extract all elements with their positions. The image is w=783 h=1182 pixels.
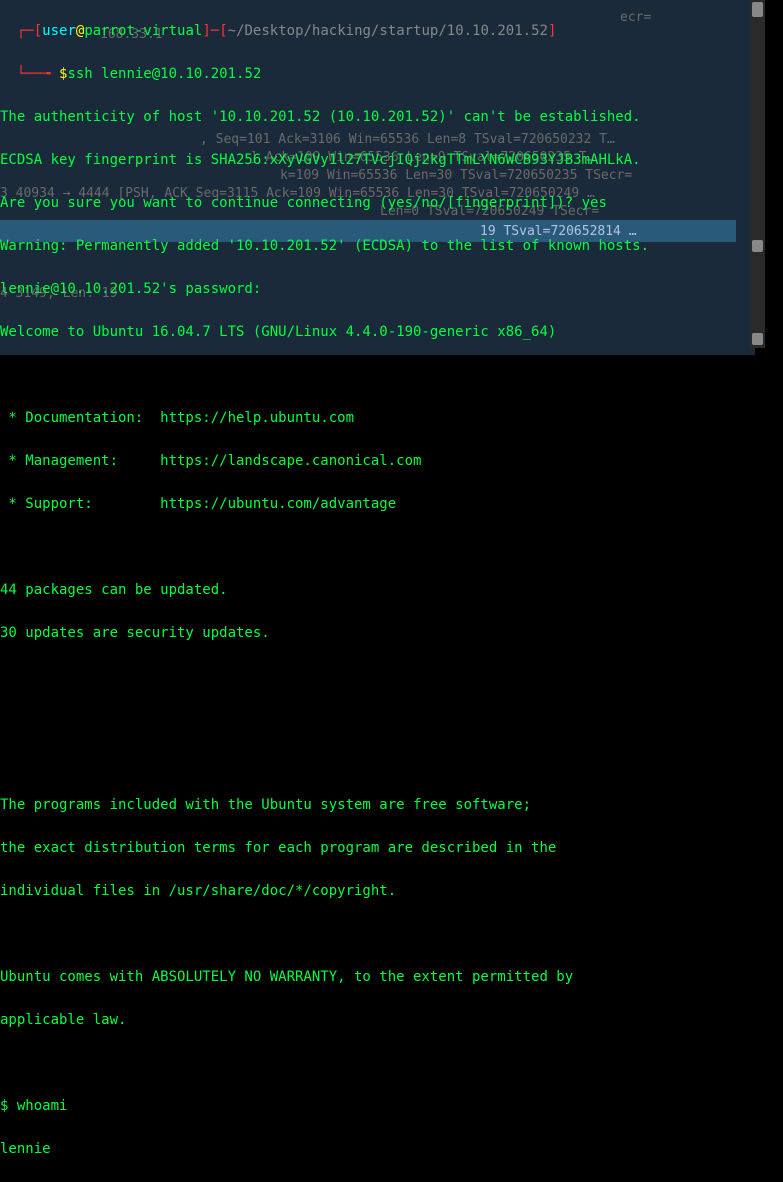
output-line: * Management: https://landscape.canonica… [0,451,783,473]
output-blank [0,1053,783,1075]
output-blank [0,752,783,774]
output-blank [0,537,783,559]
output-blank [0,924,783,946]
terminal-output[interactable]: ┌─[user@parrot-virtual]─[~/Desktop/hacki… [0,0,783,1182]
ssh-command: ssh lennie@10.10.201.52 [67,66,261,82]
output-line: applicable law. [0,1010,783,1032]
prompt-line-1: ┌─[user@parrot-virtual]─[~/Desktop/hacki… [0,21,783,43]
output-line: Welcome to Ubuntu 16.04.7 LTS (GNU/Linux… [0,322,783,344]
output-line: The authenticity of host '10.10.201.52 (… [0,107,783,129]
output-line: 30 updates are security updates. [0,623,783,645]
whoami-result: lennie [0,1139,783,1161]
output-line: * Support: https://ubuntu.com/advantage [0,494,783,516]
output-line: ECDSA key fingerprint is SHA256:xXyVGVy1… [0,150,783,172]
output-line: Warning: Permanently added '10.10.201.52… [0,236,783,258]
prompt-line-2: └──╼ $ssh lennie@10.10.201.52 [0,64,783,86]
output-line: lennie@10.10.201.52's password: [0,279,783,301]
whoami-command: $ whoami [0,1096,783,1118]
output-blank [0,666,783,688]
output-line: The programs included with the Ubuntu sy… [0,795,783,817]
output-line: 44 packages can be updated. [0,580,783,602]
output-line: Are you sure you want to continue connec… [0,193,783,215]
output-line: individual files in /usr/share/doc/*/cop… [0,881,783,903]
output-blank [0,709,783,731]
output-line: Ubuntu comes with ABSOLUTELY NO WARRANTY… [0,967,783,989]
output-blank [0,365,783,387]
output-line: the exact distribution terms for each pr… [0,838,783,860]
output-line: * Documentation: https://help.ubuntu.com [0,408,783,430]
